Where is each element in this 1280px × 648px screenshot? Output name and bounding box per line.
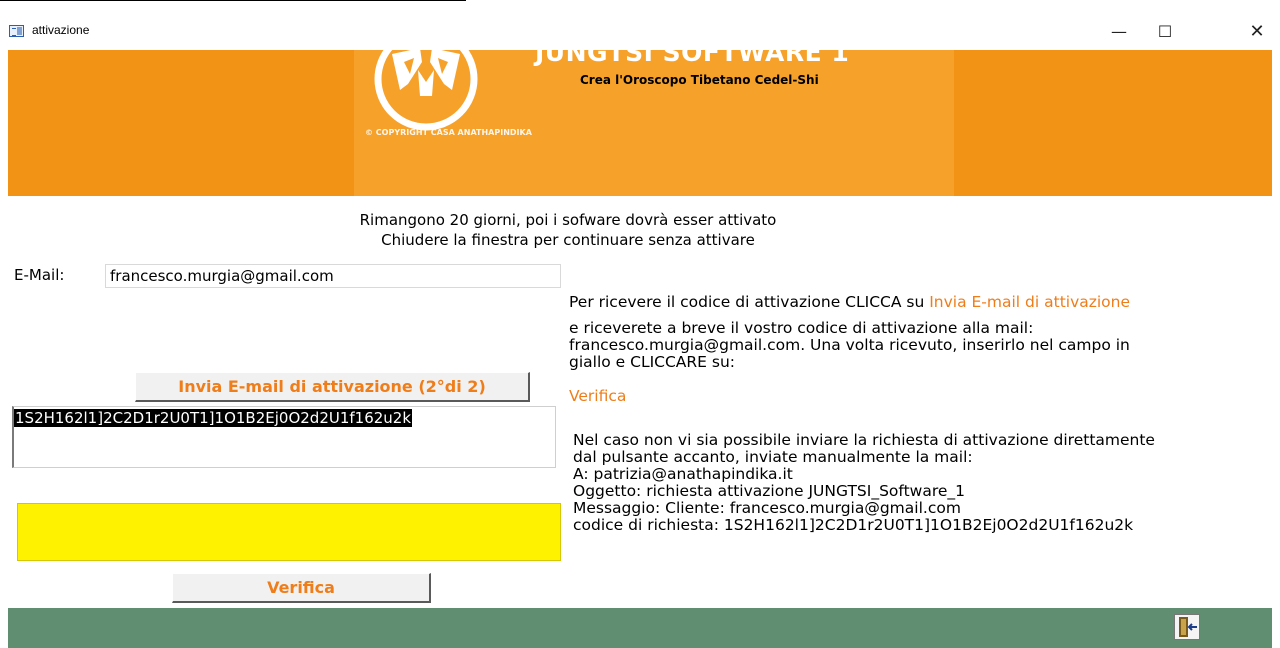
instructions-line4: giallo e CLICCARE su: — [569, 353, 736, 371]
send-activation-email-button[interactable]: Invia E-mail di attivazione (2°di 2) — [135, 372, 530, 402]
tibetan-logo-icon — [374, 27, 478, 131]
instructions-line1-prefix: Per ricevere il codice di attivazione CL… — [569, 293, 925, 311]
instructions-line1: Per ricevere il codice di attivazione CL… — [569, 294, 1130, 311]
verify-button[interactable]: Verifica — [172, 573, 431, 603]
copyright-text: © COPYRIGHT CASA ANATHAPINDIKA — [365, 128, 532, 137]
manual-line1: Nel caso non vi sia possibile inviare la… — [573, 431, 1155, 449]
minimize-button[interactable]: — — [1096, 14, 1142, 50]
request-code-field[interactable]: 1S2H162l1]2C2D1r2U0T1]1O1B2Ej0O2d2U1f162… — [12, 406, 556, 468]
verify-link[interactable]: Verifica — [569, 388, 626, 405]
manual-recipient: A: patrizia@anathapindika.it — [573, 465, 793, 483]
header-banner — [8, 50, 1272, 196]
close-button[interactable]: ✕ — [1234, 14, 1280, 50]
maximize-button[interactable]: ☐ — [1142, 14, 1188, 50]
manual-message: Messaggio: Cliente: francesco.murgia@gma… — [573, 499, 961, 517]
email-field[interactable]: francesco.murgia@gmail.com — [105, 264, 561, 288]
instructions-line3: francesco.murgia@gmail.com. Una volta ri… — [569, 336, 1130, 354]
manual-subject: Oggetto: richiesta attivazione JUNGTSI_S… — [573, 482, 966, 500]
footer-bar — [8, 608, 1272, 648]
brand-subtitle: Crea l'Oroscopo Tibetano Cedel-Shi — [580, 73, 819, 87]
email-label: E-Mail: — [14, 266, 65, 284]
manual-request-code: codice di richiesta: 1S2H162l1]2C2D1r2U0… — [573, 516, 1134, 534]
send-email-link[interactable]: Invia E-mail di attivazione — [929, 293, 1130, 311]
brand-title: JUNGTSI SOFTWARE 1 — [535, 38, 850, 67]
manual-line2: dal pulsante accanto, inviate manualment… — [573, 448, 973, 466]
request-code-text: 1S2H162l1]2C2D1r2U0T1]1O1B2Ej0O2d2U1f162… — [14, 409, 413, 427]
form-icon — [9, 25, 24, 37]
exit-door-glyph — [1179, 617, 1197, 637]
activation-code-field[interactable] — [17, 503, 561, 561]
exit-door-icon[interactable] — [1174, 614, 1200, 640]
remaining-days-notice: Rimangono 20 giorni, poi i sofware dovrà… — [359, 211, 777, 229]
top-edge-line — [0, 0, 466, 1]
continue-notice: Chiudere la finestra per continuare senz… — [381, 231, 755, 249]
instructions-line2: e riceverete a breve il vostro codice di… — [569, 319, 1034, 337]
window-title: attivazione — [32, 23, 90, 37]
